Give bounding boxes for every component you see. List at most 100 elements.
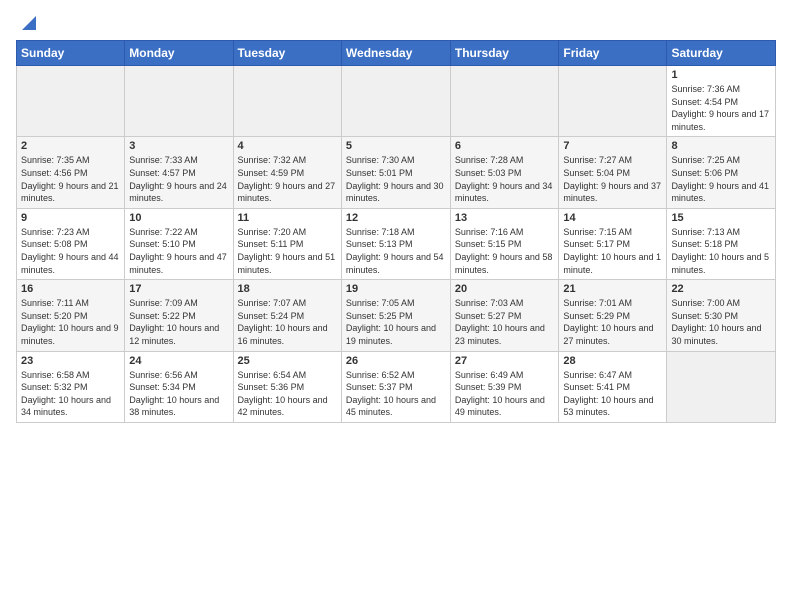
day-info: Sunrise: 7:22 AM Sunset: 5:10 PM Dayligh… <box>129 226 228 276</box>
day-number: 21 <box>563 283 662 295</box>
calendar-day-cell: 9 Sunrise: 7:23 AM Sunset: 5:08 PM Daylig… <box>17 208 125 279</box>
day-info: Sunrise: 7:07 AM Sunset: 5:24 PM Dayligh… <box>238 297 337 347</box>
day-number: 3 <box>129 140 228 152</box>
day-number: 6 <box>455 140 555 152</box>
calendar-day-cell: 25 Sunrise: 6:54 AM Sunset: 5:36 PM Dayli… <box>233 351 341 422</box>
calendar-day-cell <box>17 66 125 137</box>
calendar-day-cell: 16 Sunrise: 7:11 AM Sunset: 5:20 PM Dayli… <box>17 280 125 351</box>
calendar-day-cell <box>450 66 559 137</box>
calendar-day-cell: 13 Sunrise: 7:16 AM Sunset: 5:15 PM Dayli… <box>450 208 559 279</box>
day-number: 11 <box>238 212 337 224</box>
day-of-week-header: Monday <box>125 41 233 66</box>
day-of-week-header: Tuesday <box>233 41 341 66</box>
day-of-week-header: Wednesday <box>341 41 450 66</box>
day-number: 2 <box>21 140 120 152</box>
day-number: 14 <box>563 212 662 224</box>
day-info: Sunrise: 7:36 AM Sunset: 4:54 PM Dayligh… <box>671 83 771 133</box>
day-number: 19 <box>346 283 446 295</box>
logo-icon <box>18 14 36 32</box>
day-number: 22 <box>671 283 771 295</box>
day-number: 23 <box>21 355 120 367</box>
day-info: Sunrise: 7:30 AM Sunset: 5:01 PM Dayligh… <box>346 154 446 204</box>
day-number: 5 <box>346 140 446 152</box>
calendar-day-cell: 26 Sunrise: 6:52 AM Sunset: 5:37 PM Dayli… <box>341 351 450 422</box>
calendar-day-cell: 24 Sunrise: 6:56 AM Sunset: 5:34 PM Dayli… <box>125 351 233 422</box>
calendar-day-cell: 6 Sunrise: 7:28 AM Sunset: 5:03 PM Daylig… <box>450 137 559 208</box>
day-number: 12 <box>346 212 446 224</box>
day-info: Sunrise: 7:18 AM Sunset: 5:13 PM Dayligh… <box>346 226 446 276</box>
day-info: Sunrise: 7:23 AM Sunset: 5:08 PM Dayligh… <box>21 226 120 276</box>
day-info: Sunrise: 7:25 AM Sunset: 5:06 PM Dayligh… <box>671 154 771 204</box>
day-number: 13 <box>455 212 555 224</box>
day-info: Sunrise: 6:52 AM Sunset: 5:37 PM Dayligh… <box>346 369 446 419</box>
day-info: Sunrise: 6:47 AM Sunset: 5:41 PM Dayligh… <box>563 369 662 419</box>
day-number: 15 <box>671 212 771 224</box>
calendar-day-cell: 11 Sunrise: 7:20 AM Sunset: 5:11 PM Dayli… <box>233 208 341 279</box>
calendar-day-cell: 4 Sunrise: 7:32 AM Sunset: 4:59 PM Daylig… <box>233 137 341 208</box>
calendar-week-row: 16 Sunrise: 7:11 AM Sunset: 5:20 PM Dayli… <box>17 280 776 351</box>
calendar-header-row: SundayMondayTuesdayWednesdayThursdayFrid… <box>17 41 776 66</box>
day-number: 4 <box>238 140 337 152</box>
calendar-week-row: 23Sunrise: 6:58 AM Sunset: 5:32 PM Dayli… <box>17 351 776 422</box>
day-info: Sunrise: 7:28 AM Sunset: 5:03 PM Dayligh… <box>455 154 555 204</box>
calendar-day-cell: 3 Sunrise: 7:33 AM Sunset: 4:57 PM Daylig… <box>125 137 233 208</box>
day-info: Sunrise: 7:01 AM Sunset: 5:29 PM Dayligh… <box>563 297 662 347</box>
calendar-day-cell: 18 Sunrise: 7:07 AM Sunset: 5:24 PM Dayli… <box>233 280 341 351</box>
calendar-day-cell: 22 Sunrise: 7:00 AM Sunset: 5:30 PM Dayli… <box>667 280 776 351</box>
page-header <box>16 16 776 32</box>
day-info: Sunrise: 7:27 AM Sunset: 5:04 PM Dayligh… <box>563 154 662 204</box>
day-of-week-header: Sunday <box>17 41 125 66</box>
calendar-day-cell <box>233 66 341 137</box>
calendar-day-cell: 14 Sunrise: 7:15 AM Sunset: 5:17 PM Dayli… <box>559 208 667 279</box>
day-info: Sunrise: 7:16 AM Sunset: 5:15 PM Dayligh… <box>455 226 555 276</box>
calendar-day-cell: 7 Sunrise: 7:27 AM Sunset: 5:04 PM Daylig… <box>559 137 667 208</box>
day-number: 16 <box>21 283 120 295</box>
calendar-day-cell: 19Sunrise: 7:05 AM Sunset: 5:25 PM Dayli… <box>341 280 450 351</box>
calendar-day-cell: 17 Sunrise: 7:09 AM Sunset: 5:22 PM Dayli… <box>125 280 233 351</box>
calendar-day-cell: 10 Sunrise: 7:22 AM Sunset: 5:10 PM Dayli… <box>125 208 233 279</box>
calendar-day-cell <box>667 351 776 422</box>
day-info: Sunrise: 7:13 AM Sunset: 5:18 PM Dayligh… <box>671 226 771 276</box>
day-info: Sunrise: 7:15 AM Sunset: 5:17 PM Dayligh… <box>563 226 662 276</box>
day-info: Sunrise: 6:54 AM Sunset: 5:36 PM Dayligh… <box>238 369 337 419</box>
day-info: Sunrise: 7:32 AM Sunset: 4:59 PM Dayligh… <box>238 154 337 204</box>
calendar-day-cell: 28 Sunrise: 6:47 AM Sunset: 5:41 PM Dayli… <box>559 351 667 422</box>
logo <box>16 16 36 32</box>
day-info: Sunrise: 7:11 AM Sunset: 5:20 PM Dayligh… <box>21 297 120 347</box>
day-of-week-header: Thursday <box>450 41 559 66</box>
calendar-day-cell <box>125 66 233 137</box>
day-number: 7 <box>563 140 662 152</box>
calendar-day-cell: 12 Sunrise: 7:18 AM Sunset: 5:13 PM Dayli… <box>341 208 450 279</box>
calendar-day-cell <box>341 66 450 137</box>
day-number: 26 <box>346 355 446 367</box>
day-number: 24 <box>129 355 228 367</box>
day-info: Sunrise: 7:09 AM Sunset: 5:22 PM Dayligh… <box>129 297 228 347</box>
day-info: Sunrise: 6:56 AM Sunset: 5:34 PM Dayligh… <box>129 369 228 419</box>
day-number: 27 <box>455 355 555 367</box>
day-info: Sunrise: 7:35 AM Sunset: 4:56 PM Dayligh… <box>21 154 120 204</box>
calendar-day-cell: 23Sunrise: 6:58 AM Sunset: 5:32 PM Dayli… <box>17 351 125 422</box>
day-number: 25 <box>238 355 337 367</box>
day-of-week-header: Saturday <box>667 41 776 66</box>
day-info: Sunrise: 7:00 AM Sunset: 5:30 PM Dayligh… <box>671 297 771 347</box>
day-number: 17 <box>129 283 228 295</box>
day-number: 18 <box>238 283 337 295</box>
calendar-day-cell: 8Sunrise: 7:25 AM Sunset: 5:06 PM Daylig… <box>667 137 776 208</box>
calendar-table: SundayMondayTuesdayWednesdayThursdayFrid… <box>16 40 776 423</box>
day-number: 20 <box>455 283 555 295</box>
day-number: 28 <box>563 355 662 367</box>
calendar-week-row: 9 Sunrise: 7:23 AM Sunset: 5:08 PM Daylig… <box>17 208 776 279</box>
calendar-day-cell: 27 Sunrise: 6:49 AM Sunset: 5:39 PM Dayli… <box>450 351 559 422</box>
day-info: Sunrise: 7:33 AM Sunset: 4:57 PM Dayligh… <box>129 154 228 204</box>
calendar-day-cell: 2 Sunrise: 7:35 AM Sunset: 4:56 PM Daylig… <box>17 137 125 208</box>
calendar-day-cell: 5 Sunrise: 7:30 AM Sunset: 5:01 PM Daylig… <box>341 137 450 208</box>
day-of-week-header: Friday <box>559 41 667 66</box>
day-info: Sunrise: 7:20 AM Sunset: 5:11 PM Dayligh… <box>238 226 337 276</box>
day-number: 9 <box>21 212 120 224</box>
calendar-day-cell: 1Sunrise: 7:36 AM Sunset: 4:54 PM Daylig… <box>667 66 776 137</box>
day-info: Sunrise: 6:49 AM Sunset: 5:39 PM Dayligh… <box>455 369 555 419</box>
calendar-week-row: 2 Sunrise: 7:35 AM Sunset: 4:56 PM Daylig… <box>17 137 776 208</box>
calendar-day-cell: 21 Sunrise: 7:01 AM Sunset: 5:29 PM Dayli… <box>559 280 667 351</box>
day-number: 10 <box>129 212 228 224</box>
calendar-day-cell: 15 Sunrise: 7:13 AM Sunset: 5:18 PM Dayli… <box>667 208 776 279</box>
